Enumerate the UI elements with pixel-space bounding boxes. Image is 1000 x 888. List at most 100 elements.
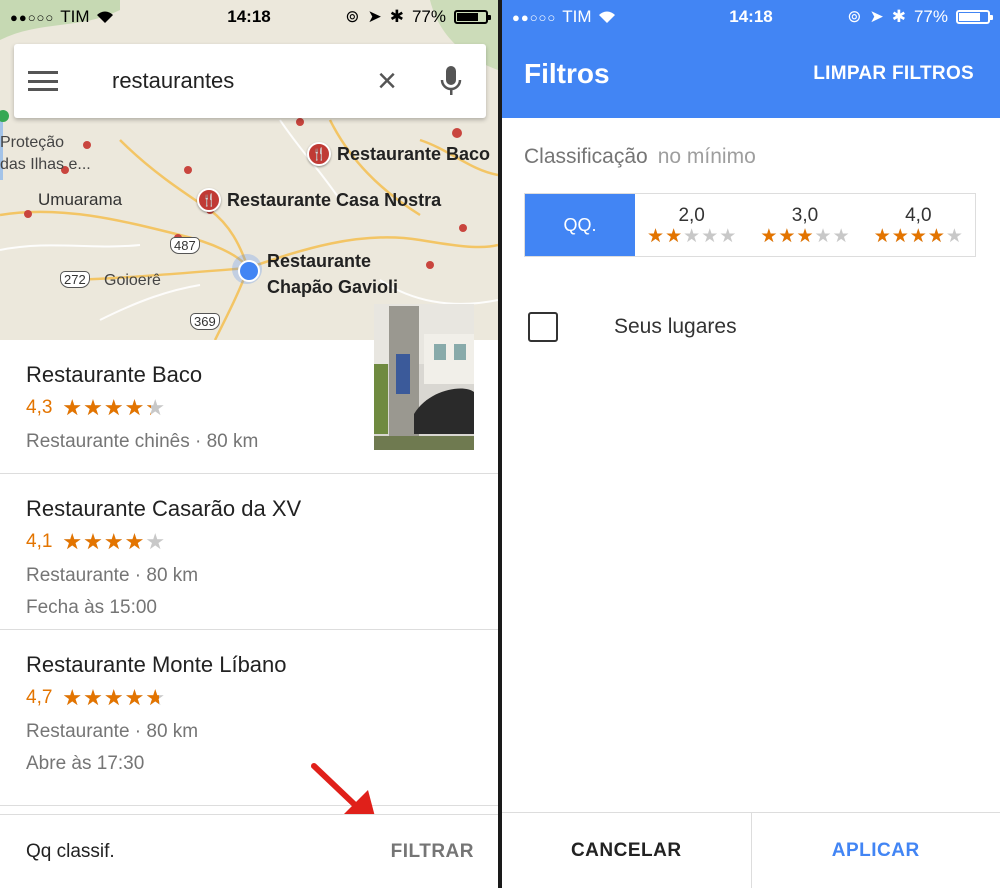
filter-bar: Qq classif. FILTRAR: [0, 814, 498, 888]
star-icon: ★★: [796, 225, 814, 247]
your-places-label: Seus lugares: [614, 315, 737, 338]
rating-stars: ★★★★★★★★★★: [760, 227, 849, 246]
star-icon: ★★: [891, 225, 909, 247]
star-icon: ★★: [103, 395, 124, 420]
star-icon: ★★: [103, 529, 124, 554]
star-icon: ★★: [814, 225, 832, 247]
star-icon: ★★: [103, 685, 124, 710]
bluetooth-icon: ✱: [389, 7, 404, 26]
rating-label: Classificação: [524, 145, 648, 168]
star-icon: ★★: [873, 225, 891, 247]
battery-icon: [454, 10, 491, 24]
rating-stars: ★★★★★★★★★★: [874, 227, 963, 246]
status-bar: ●●○○○ TIM 14:18 ⊚ ➤ ✱ 77%: [502, 0, 1000, 34]
lock-rotation-icon: ⊚: [345, 7, 360, 26]
your-places-checkbox[interactable]: [528, 312, 558, 342]
map-town-label: Goioerê: [104, 272, 161, 289]
location-arrow-icon: ➤: [367, 7, 382, 26]
maps-search-screen: Proteção das Ilhas e... Umuarama Goioerê…: [0, 0, 498, 888]
rating-filter-summary: Qq classif.: [26, 841, 115, 862]
result-title: Restaurante Casarão da XV: [26, 496, 302, 521]
rating-stars: ★★★★★★★★★★: [647, 227, 736, 246]
your-places-option[interactable]: Seus lugares: [528, 312, 737, 342]
bluetooth-icon: ✱: [891, 7, 906, 26]
star-icon: ★★: [83, 685, 103, 710]
star-icon: ★★: [647, 225, 665, 247]
map-pin-label: Restaurante Casa Nostra: [227, 189, 442, 210]
star-icon: ★★: [124, 395, 145, 420]
star-icon: ★★: [124, 685, 145, 710]
apply-button[interactable]: APLICAR: [752, 813, 1000, 888]
road-shield: 487: [170, 237, 200, 254]
star-icon: ★★: [83, 395, 103, 420]
result-detail: Restaurante · 80 km: [26, 565, 199, 586]
action-bar: CANCELAR APLICAR: [502, 812, 1000, 888]
mic-icon[interactable]: [416, 65, 486, 97]
star-icon: ★★: [760, 225, 778, 247]
star-icon: ★★: [145, 529, 166, 554]
map-pin-restaurant[interactable]: 🍴 Restaurante Baco: [307, 142, 490, 166]
rating-score: 4,7: [26, 687, 53, 708]
min-rating-selector: QQ. 2,0 ★★★★★★★★★★ 3,0 ★★★★★★★★★★ 4,0 ★★…: [524, 193, 976, 257]
map-pin-label: Restaurante Baco: [337, 143, 491, 164]
close-icon[interactable]: ×: [358, 62, 416, 101]
rating-option-3[interactable]: 3,0 ★★★★★★★★★★: [748, 194, 861, 256]
star-icon: ★★: [778, 225, 796, 247]
star-icon: ★★: [719, 225, 737, 247]
result-hours: Abre às 17:30: [26, 753, 145, 774]
location-arrow-icon: ➤: [869, 7, 884, 26]
map-pin-label: Restaurante Chapão Gavioli: [267, 251, 399, 297]
star-icon: ★★: [927, 225, 945, 247]
rating-option-label: 3,0: [791, 204, 819, 226]
rating-score: 4,3: [26, 397, 53, 418]
road-shield: 369: [190, 313, 220, 330]
star-icon: ★★: [145, 685, 166, 710]
battery-percent: 77%: [913, 7, 948, 26]
cancel-button[interactable]: CANCELAR: [502, 813, 752, 888]
star-icon: ★★: [701, 225, 719, 247]
lock-rotation-icon: ⊚: [847, 7, 862, 26]
road-shield: 272: [60, 271, 90, 288]
rating-score: 4,1: [26, 531, 53, 552]
filters-screen: Filtros LIMPAR FILTROS ●●○○○ TIM 14:18 ⊚…: [502, 0, 1000, 888]
map-town-label: das Ilhas e...: [0, 156, 91, 173]
result-hours: Fecha às 15:00: [26, 597, 157, 618]
page-title: Filtros: [524, 58, 610, 89]
clear-filters-button[interactable]: LIMPAR FILTROS: [813, 63, 974, 85]
rating-stars: ★★★★★★★★★★: [62, 397, 165, 419]
star-icon: ★★: [832, 225, 850, 247]
search-box[interactable]: restaurantes ×: [14, 44, 486, 118]
result-item[interactable]: Restaurante Casarão da XV 4,1 ★★★★★★★★★★…: [0, 474, 498, 630]
map-town-label: Proteção: [0, 134, 65, 151]
star-icon: ★★: [945, 225, 963, 247]
rating-section-label: Classificação no mínimo: [524, 145, 756, 169]
result-detail: Restaurante · 80 km: [26, 721, 199, 742]
star-icon: ★★: [665, 225, 683, 247]
rating-option-label: 2,0: [678, 204, 705, 226]
rating-option-any[interactable]: QQ.: [525, 194, 635, 256]
star-icon: ★★: [62, 529, 83, 554]
rating-option-2[interactable]: 2,0 ★★★★★★★★★★: [635, 194, 748, 256]
star-icon: ★★: [62, 685, 83, 710]
map-pin-restaurant[interactable]: Restaurante Chapão Gavioli: [267, 248, 398, 300]
map-town-label: Umuarama: [38, 190, 123, 209]
place-photo[interactable]: [374, 304, 474, 450]
battery-percent: 77%: [411, 7, 446, 26]
menu-icon[interactable]: [14, 44, 72, 118]
star-icon: ★★: [124, 529, 145, 554]
rating-option-label: 4,0: [905, 204, 932, 226]
rating-qualifier: no mínimo: [657, 145, 756, 168]
map-pin-restaurant[interactable]: 🍴 Restaurante Casa Nostra: [197, 188, 441, 212]
star-icon: ★★: [909, 225, 927, 247]
search-input[interactable]: restaurantes: [72, 68, 358, 94]
rating-option-4[interactable]: 4,0 ★★★★★★★★★★: [862, 194, 975, 256]
result-item[interactable]: Restaurante Monte Líbano 4,7 ★ ★ ★ ★ ★ ★ ★ ★ ★ ★ …: [0, 630, 498, 806]
status-bar: ●●○○○ TIM 14:18 ⊚ ➤ ✱ 77%: [0, 0, 498, 34]
rating-stars: ★★★★★★★★★★: [62, 687, 165, 709]
restaurant-icon: 🍴: [197, 188, 221, 212]
my-location-dot: [232, 254, 262, 284]
result-title: Restaurante Monte Líbano: [26, 652, 287, 677]
filter-button[interactable]: FILTRAR: [391, 841, 474, 863]
rating-stars: ★★★★★★★★★★: [62, 531, 165, 553]
rating-option-label: QQ.: [563, 214, 597, 235]
